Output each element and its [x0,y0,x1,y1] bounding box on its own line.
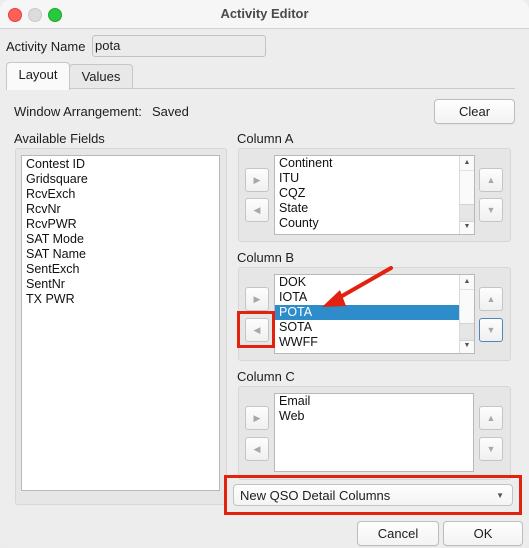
activity-editor-window: Activity Editor Activity Name pota Layou… [0,0,529,548]
annotation-arrow-icon [322,266,393,307]
annotation-arrow-head [322,290,346,307]
annotation-arrow-shaft [333,266,393,302]
tab-layout[interactable]: Layout [6,62,70,90]
